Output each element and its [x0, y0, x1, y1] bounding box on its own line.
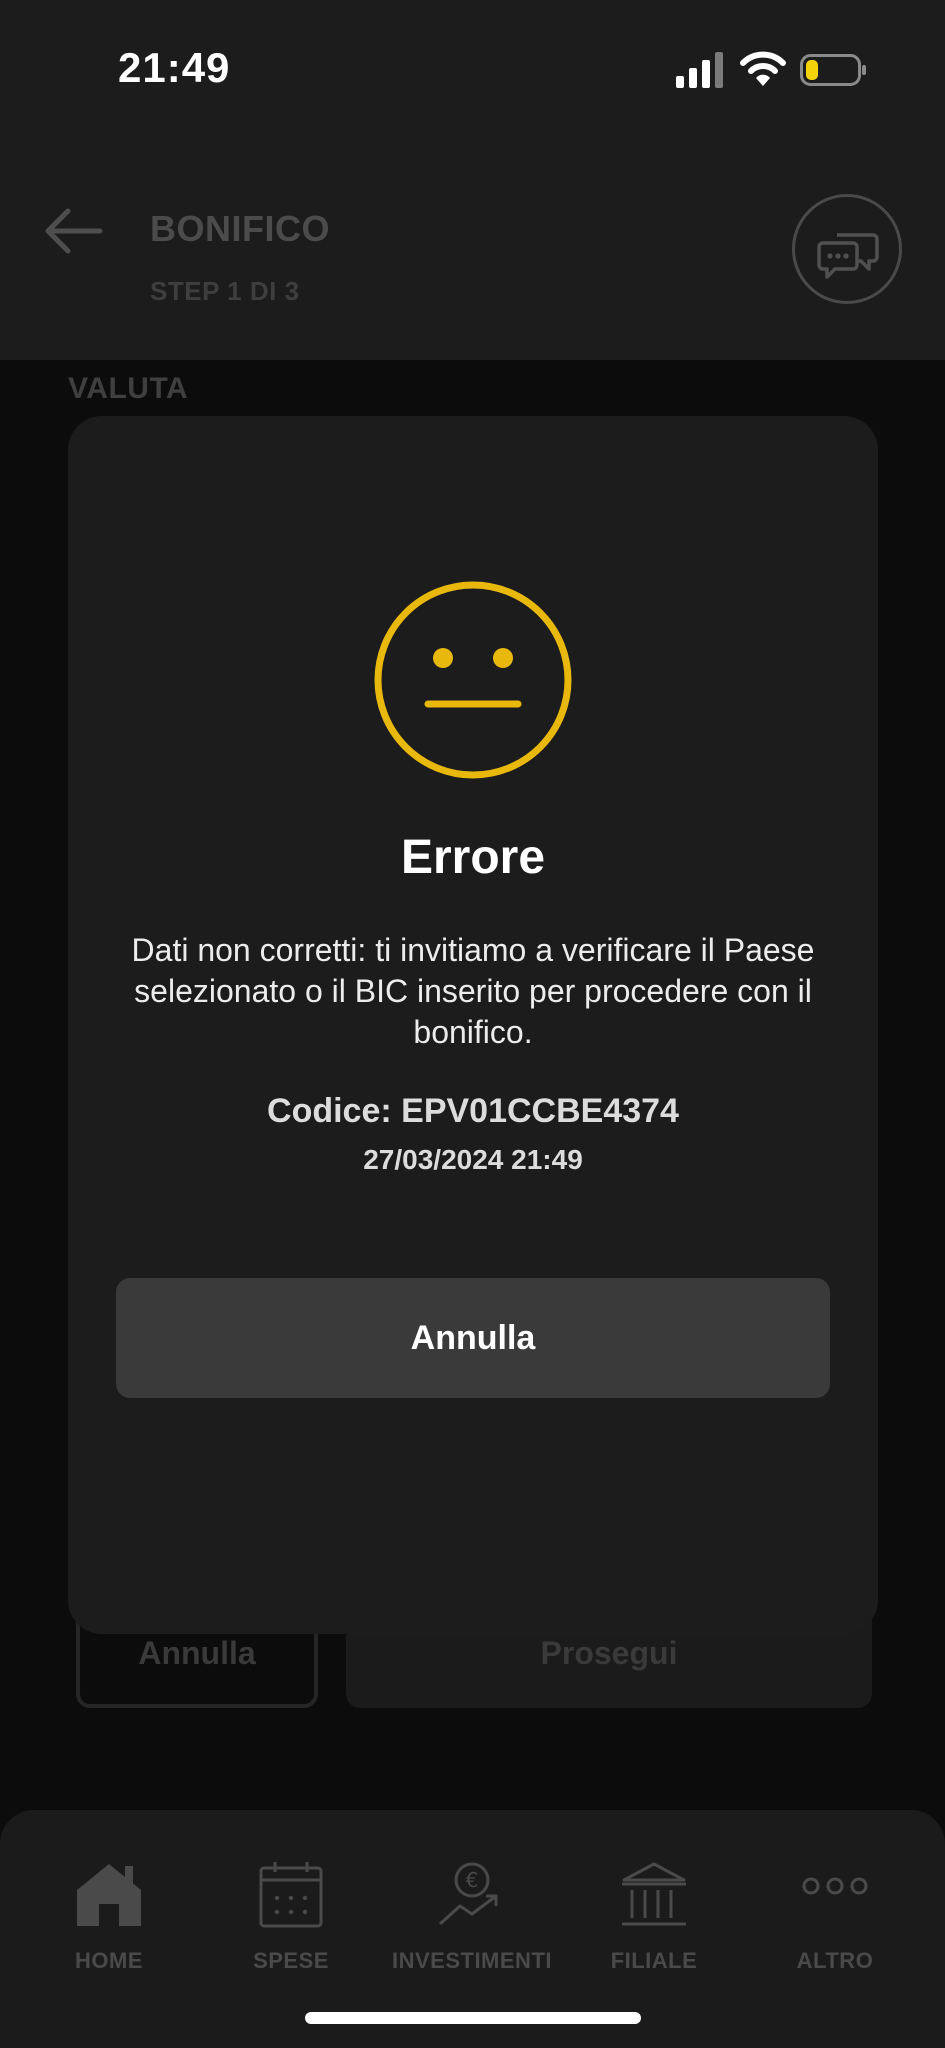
- tab-investimenti[interactable]: € INVESTIMENTI: [381, 1858, 563, 1988]
- status-bar: 21:49: [0, 0, 945, 140]
- tab-filiale-label: FILIALE: [610, 1948, 698, 1973]
- currency-section-label: VALUTA: [68, 372, 189, 405]
- chat-icon: [817, 233, 879, 279]
- status-time: 21:49: [118, 44, 231, 91]
- tab-filiale[interactable]: FILIALE: [563, 1858, 745, 1988]
- error-datetime: 27/03/2024 21:49: [363, 1144, 583, 1175]
- tab-investimenti-label: INVESTIMENTI: [391, 1948, 552, 1973]
- error-modal: Errore Dati non corretti: ti invitiamo a…: [68, 416, 878, 1634]
- tab-home-label: HOME: [75, 1948, 143, 1973]
- svg-text:€: €: [466, 1868, 479, 1892]
- modal-cancel-button[interactable]: Annulla: [116, 1278, 830, 1398]
- battery-icon: [800, 54, 866, 86]
- error-code: Codice: EPV01CCBE4374: [267, 1092, 679, 1130]
- neutral-face-icon: [374, 581, 572, 779]
- tab-altro[interactable]: ALTRO: [744, 1858, 926, 1988]
- home-icon: [77, 1864, 141, 1926]
- tab-spese-label: SPESE: [253, 1948, 329, 1973]
- step-indicator: STEP 1 DI 3: [150, 276, 300, 306]
- cellular-signal-icon: [676, 52, 723, 88]
- calendar-icon: [259, 1862, 323, 1928]
- investments-icon: €: [438, 1862, 498, 1926]
- modal-title: Errore: [400, 831, 546, 884]
- home-indicator: [305, 2012, 641, 2024]
- bank-icon: [622, 1862, 686, 1926]
- tab-spese[interactable]: SPESE: [200, 1858, 382, 1988]
- more-icon: [802, 1877, 868, 1895]
- modal-message: Dati non corretti: ti invitiamo a verifi…: [131, 932, 815, 1050]
- back-arrow-icon[interactable]: [42, 206, 104, 256]
- app-header: BONIFICO STEP 1 DI 3: [0, 140, 945, 360]
- tab-altro-label: ALTRO: [796, 1948, 874, 1973]
- wifi-icon: [740, 51, 786, 86]
- chat-button[interactable]: [792, 194, 902, 304]
- tab-home[interactable]: HOME: [18, 1858, 200, 1988]
- page-title: BONIFICO: [150, 208, 330, 249]
